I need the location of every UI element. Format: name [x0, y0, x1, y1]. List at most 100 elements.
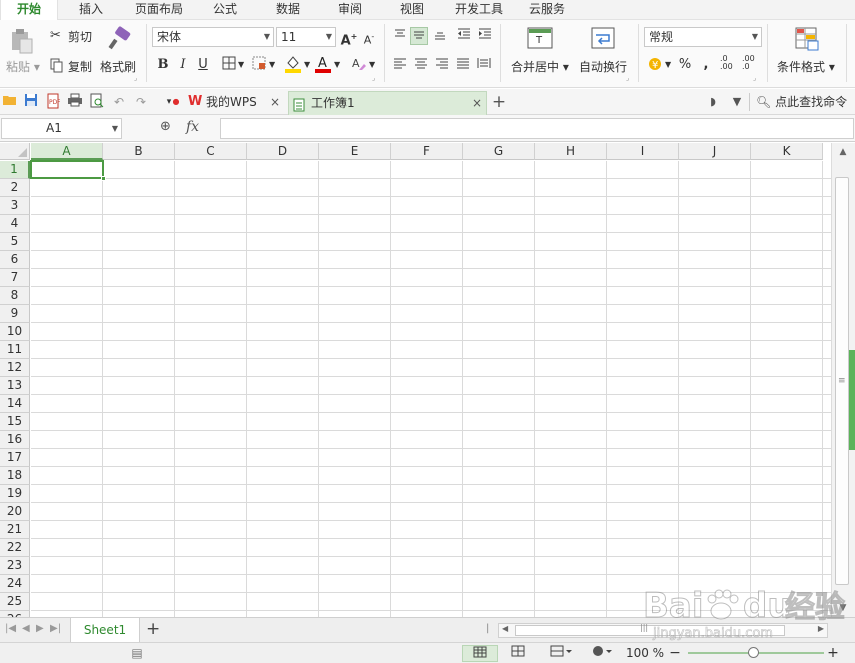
- increase-decimal-icon[interactable]: .0.00: [720, 55, 733, 71]
- row-header-10[interactable]: 10: [0, 323, 30, 341]
- copy-button[interactable]: 复制: [68, 58, 92, 75]
- row-header-16[interactable]: 16: [0, 431, 30, 449]
- column-header-b[interactable]: B: [103, 143, 175, 160]
- row-header-25[interactable]: 25: [0, 593, 30, 611]
- italic-button[interactable]: I: [174, 56, 192, 74]
- copy-icon[interactable]: [50, 58, 63, 73]
- row-header-5[interactable]: 5: [0, 233, 30, 251]
- close-icon[interactable]: ×: [472, 92, 482, 114]
- format-painter-button[interactable]: 格式刷: [100, 58, 136, 75]
- row-header-12[interactable]: 12: [0, 359, 30, 377]
- number-format-select[interactable]: 常规 ▼: [644, 27, 762, 47]
- prev-sheet-icon[interactable]: ◀: [22, 623, 30, 634]
- column-header-d[interactable]: D: [247, 143, 319, 160]
- scroll-up-icon[interactable]: ▲: [836, 145, 850, 159]
- align-center-icon[interactable]: [412, 56, 430, 74]
- justify-icon[interactable]: [454, 56, 472, 74]
- tab-splitter-icon[interactable]: |: [486, 623, 489, 634]
- first-sheet-icon[interactable]: |◀: [5, 623, 16, 634]
- row-header-11[interactable]: 11: [0, 341, 30, 359]
- comma-button[interactable]: ,: [697, 56, 715, 74]
- row-header-13[interactable]: 13: [0, 377, 30, 395]
- page-break-view-icon[interactable]: [508, 645, 528, 662]
- row-header-4[interactable]: 4: [0, 215, 30, 233]
- add-tab-icon[interactable]: +: [490, 93, 508, 111]
- chevron-down-icon[interactable]: ▼: [304, 60, 310, 69]
- row-header-6[interactable]: 6: [0, 251, 30, 269]
- row-header-3[interactable]: 3: [0, 197, 30, 215]
- scissors-icon[interactable]: ✂: [50, 28, 61, 43]
- function-icon[interactable]: fx: [186, 119, 199, 135]
- save-icon[interactable]: [22, 93, 40, 111]
- align-left-icon[interactable]: [391, 56, 409, 74]
- cut-button[interactable]: 剪切: [68, 28, 92, 45]
- column-header-a[interactable]: A: [31, 143, 103, 160]
- align-top-icon[interactable]: [391, 27, 409, 45]
- align-right-icon[interactable]: [433, 56, 451, 74]
- menu-tab-formulas[interactable]: 公式: [205, 0, 245, 20]
- conditional-format-icon[interactable]: [794, 26, 820, 52]
- menu-tab-view[interactable]: 视图: [390, 0, 434, 20]
- next-sheet-icon[interactable]: ▶: [36, 623, 44, 634]
- wrap-text-icon[interactable]: [590, 26, 616, 50]
- scroll-right-icon[interactable]: ▶: [818, 624, 824, 633]
- format-painter-icon[interactable]: [106, 26, 132, 52]
- sheet-tab-sheet1[interactable]: Sheet1: [70, 618, 140, 643]
- column-header-g[interactable]: G: [463, 143, 535, 160]
- percent-button[interactable]: %: [676, 56, 694, 74]
- eye-protection-icon[interactable]: [587, 645, 617, 662]
- menu-tab-developer[interactable]: 开发工具: [448, 0, 510, 20]
- font-launcher-icon[interactable]: ⌟: [372, 74, 375, 82]
- reading-mode-icon[interactable]: [546, 645, 576, 662]
- menu-tab-insert[interactable]: 插入: [66, 0, 116, 20]
- clipboard-launcher-icon[interactable]: ⌟: [134, 74, 137, 82]
- name-box[interactable]: A1 ▼: [1, 118, 122, 139]
- active-cell[interactable]: [30, 160, 106, 181]
- paste-icon[interactable]: [8, 26, 34, 54]
- skin-icon[interactable]: ◗: [704, 93, 722, 111]
- export-pdf-icon[interactable]: PDF: [44, 93, 62, 111]
- row-header-9[interactable]: 9: [0, 305, 30, 323]
- column-header-e[interactable]: E: [319, 143, 391, 160]
- font-color-icon[interactable]: A: [314, 54, 332, 73]
- column-header-k[interactable]: K: [751, 143, 823, 160]
- wrap-text-button[interactable]: 自动换行: [579, 58, 627, 75]
- row-header-15[interactable]: 15: [0, 413, 30, 431]
- horizontal-scrollbar[interactable]: ◀ ||| ▶: [498, 623, 828, 638]
- row-header-17[interactable]: 17: [0, 449, 30, 467]
- open-folder-icon[interactable]: [1, 93, 19, 111]
- increase-font-icon[interactable]: A+: [340, 28, 358, 48]
- column-header-h[interactable]: H: [535, 143, 607, 160]
- font-name-select[interactable]: 宋体 ▼: [152, 27, 274, 47]
- conditional-format-button[interactable]: 条件格式 ▾: [777, 58, 835, 75]
- row-header-18[interactable]: 18: [0, 467, 30, 485]
- add-sheet-icon[interactable]: +: [146, 619, 160, 639]
- align-middle-icon[interactable]: [410, 27, 428, 45]
- side-panel-handle[interactable]: [849, 350, 855, 450]
- fill-handle[interactable]: [101, 176, 106, 181]
- close-icon[interactable]: ×: [270, 91, 280, 113]
- print-preview-icon[interactable]: [88, 93, 106, 111]
- feedback-icon[interactable]: ▼: [728, 93, 746, 111]
- doc-tab-my-wps[interactable]: W 我的WPS ×: [184, 91, 287, 115]
- command-search[interactable]: 🔍︎ 点此查找命令: [756, 93, 847, 111]
- decrease-indent-icon[interactable]: [455, 27, 473, 45]
- row-header-24[interactable]: 24: [0, 575, 30, 593]
- scroll-left-icon[interactable]: ◀: [502, 624, 508, 633]
- row-header-8[interactable]: 8: [0, 287, 30, 305]
- zoom-percent[interactable]: 100 %: [624, 645, 666, 662]
- redo-icon[interactable]: ↷: [132, 93, 150, 111]
- row-header-21[interactable]: 21: [0, 521, 30, 539]
- menu-tab-data[interactable]: 数据: [268, 0, 308, 20]
- merge-center-icon[interactable]: T: [527, 26, 553, 50]
- column-header-f[interactable]: F: [391, 143, 463, 160]
- normal-view-icon[interactable]: [462, 645, 498, 662]
- row-header-20[interactable]: 20: [0, 503, 30, 521]
- macro-record-icon[interactable]: ▤: [128, 645, 146, 662]
- align-bottom-icon[interactable]: [431, 27, 449, 45]
- row-header-23[interactable]: 23: [0, 557, 30, 575]
- underline-button[interactable]: U: [194, 56, 212, 74]
- doc-tab-workbook[interactable]: 工作簿1 ×: [288, 91, 487, 115]
- select-all-corner[interactable]: [0, 143, 30, 160]
- menu-tab-home[interactable]: 开始: [0, 0, 58, 21]
